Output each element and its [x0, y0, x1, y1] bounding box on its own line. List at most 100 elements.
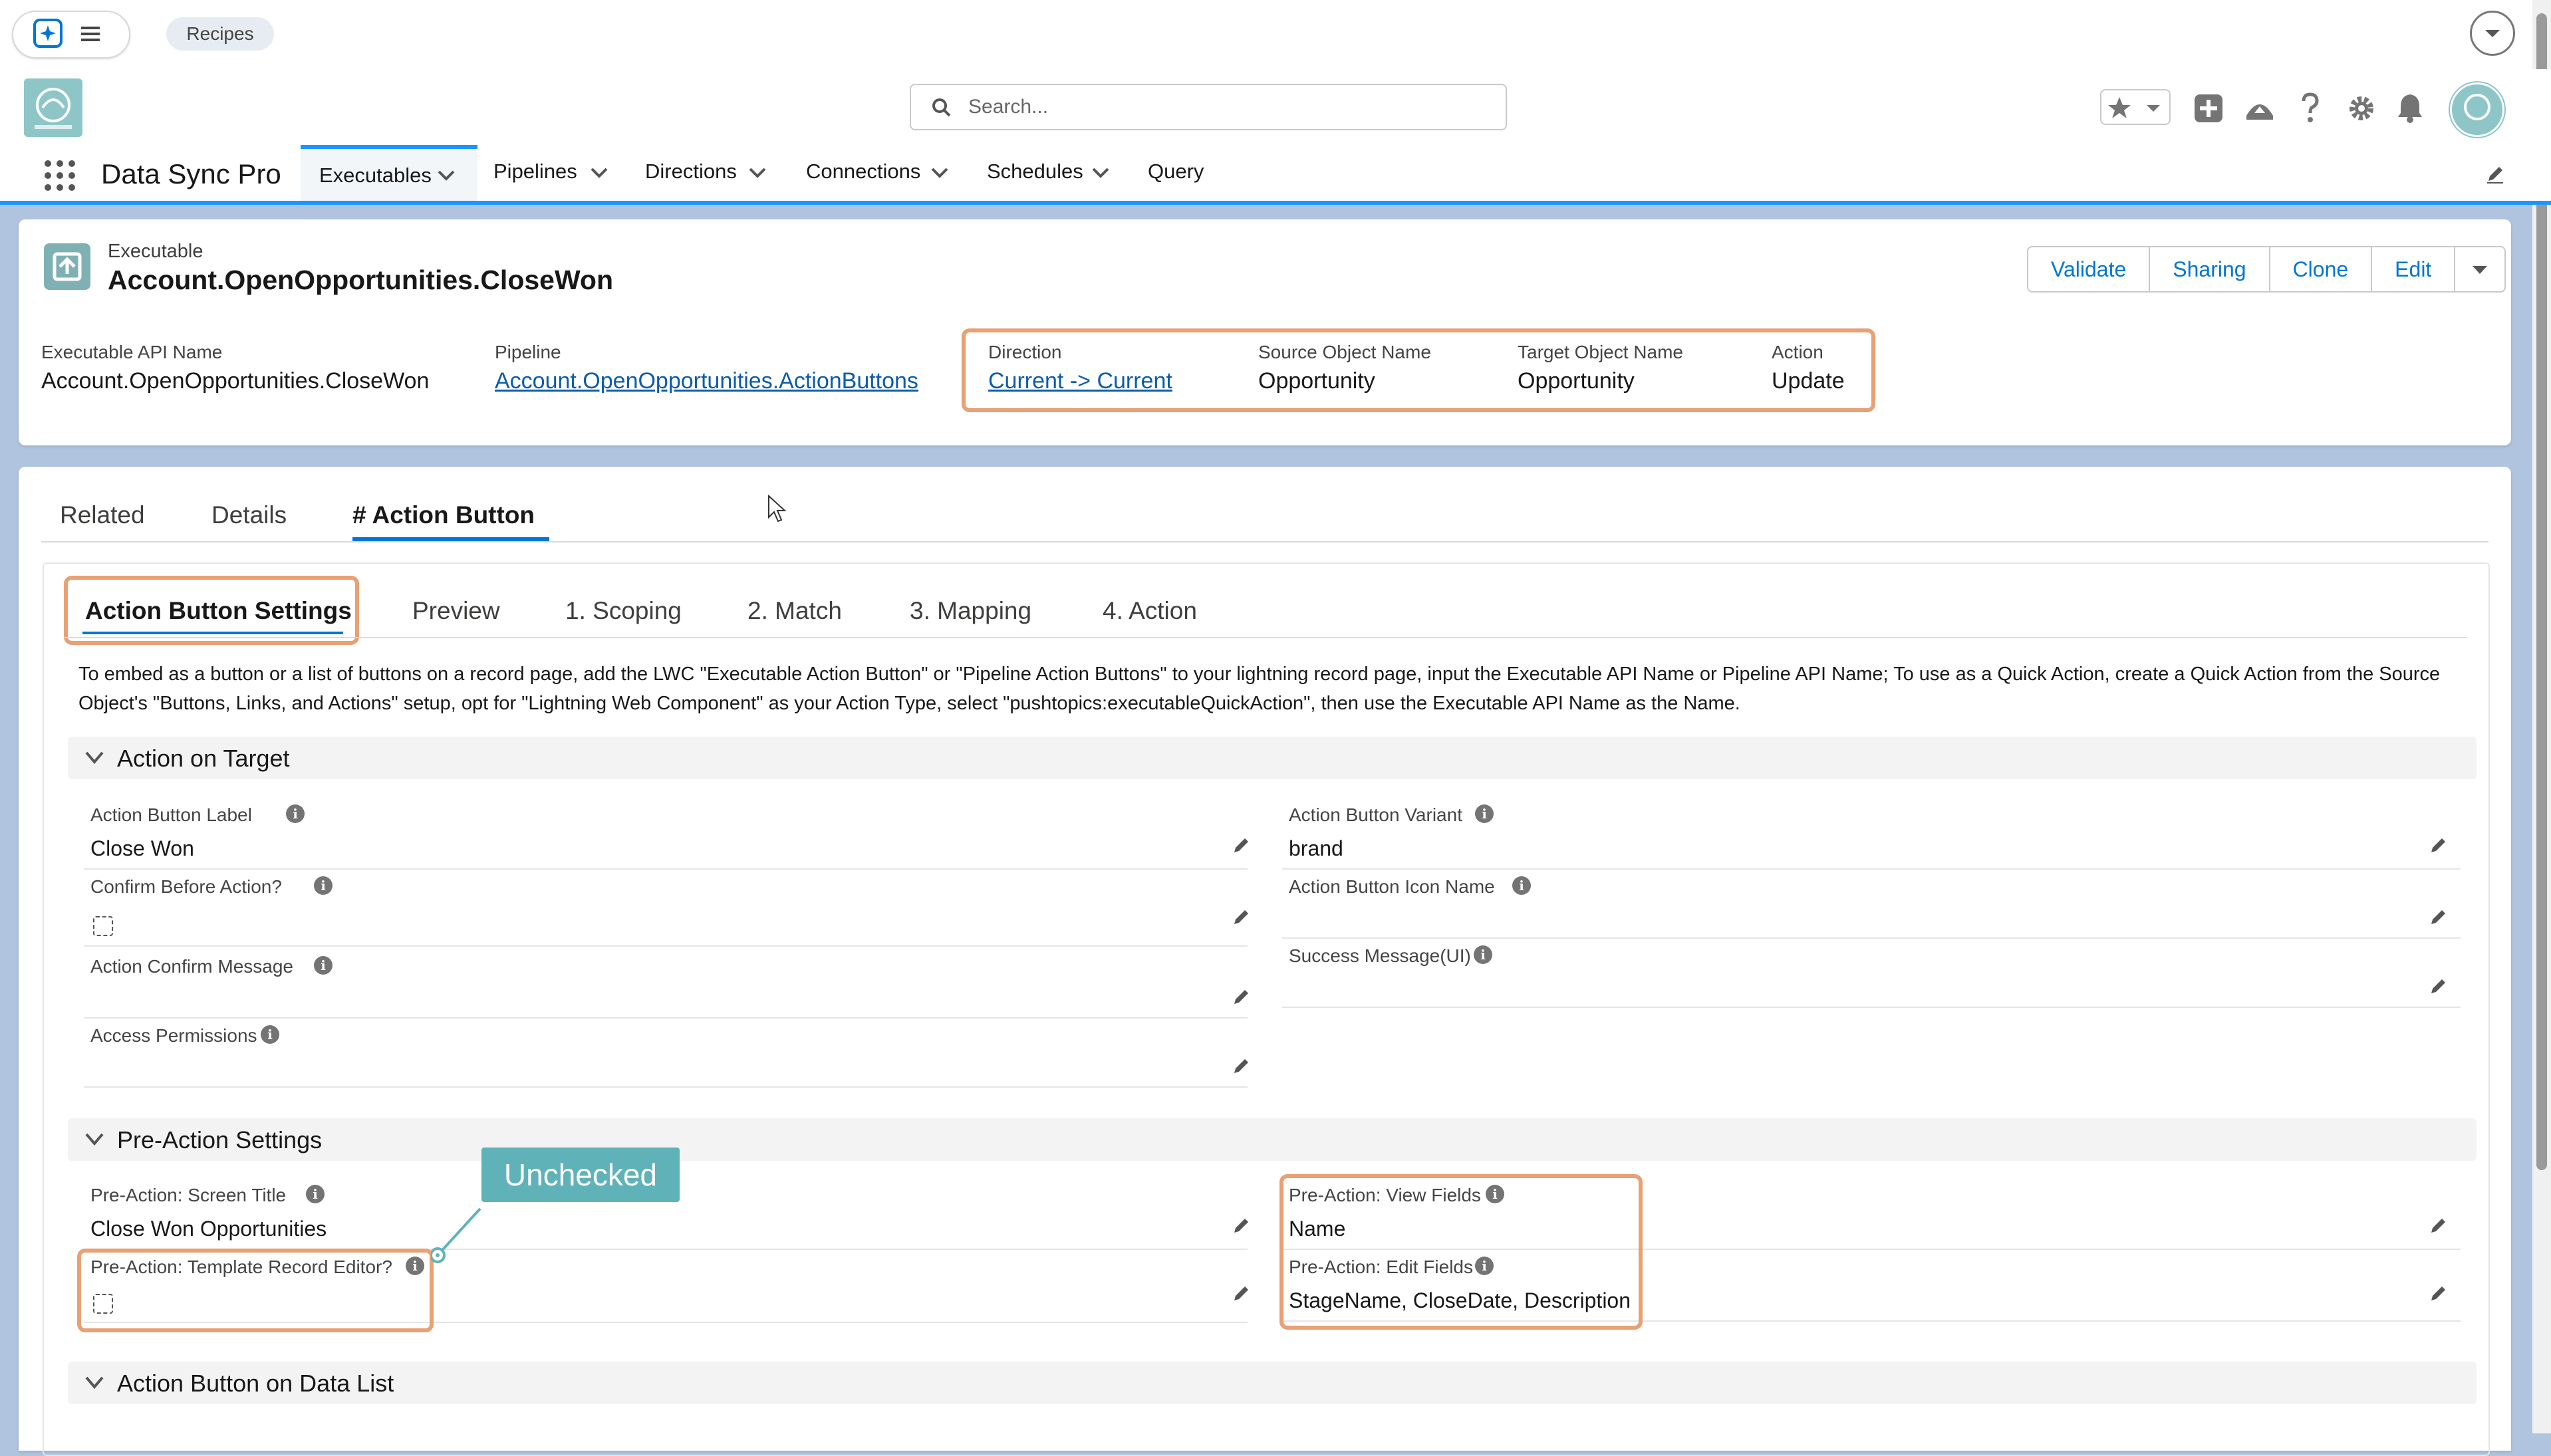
tab-executables[interactable]: Executables — [301, 145, 477, 201]
instructions-text: To embed as a button or a list of button… — [78, 660, 2486, 718]
info-icon[interactable]: i — [314, 876, 333, 895]
favorites-star-icon[interactable] — [2105, 94, 2133, 121]
field-label: Access Permissions — [90, 1025, 257, 1046]
pipeline-link[interactable]: Account.OpenOpportunities.ActionButtons — [495, 368, 918, 394]
chevron-down-icon[interactable] — [84, 749, 105, 767]
highlight-target-object: Target Object Name Opportunity — [1518, 342, 1683, 394]
section-header-action-on-target[interactable]: Action on Target — [68, 737, 2477, 779]
help-icon[interactable] — [2298, 92, 2322, 125]
pencil-icon[interactable] — [1232, 1215, 1252, 1235]
more-actions-button[interactable] — [2455, 247, 2504, 291]
field-success-message: Success Message(UI) i — [1282, 940, 2461, 1008]
field-value: Opportunity — [1518, 368, 1635, 394]
subtab-action[interactable]: 4. Action — [1103, 597, 1197, 625]
info-icon[interactable]: i — [314, 956, 333, 975]
notification-bell-icon[interactable] — [2395, 92, 2425, 124]
instructions-line-2: Object's "Buttons, Links, and Actions" s… — [78, 693, 1740, 714]
tab-label: Connections — [806, 160, 921, 183]
template-editor-highlight-box — [77, 1249, 434, 1332]
info-icon[interactable]: i — [306, 1185, 325, 1203]
pencil-icon[interactable] — [2429, 1283, 2449, 1303]
scrollbar[interactable] — [2532, 0, 2551, 1433]
info-icon[interactable]: i — [1475, 804, 1494, 823]
agentforce-icon[interactable] — [33, 19, 63, 48]
pencil-icon[interactable] — [1232, 1283, 1252, 1303]
tab-directions[interactable]: Directions — [645, 160, 778, 193]
favorites-button[interactable] — [2100, 89, 2171, 125]
field-value: brand — [1289, 836, 1343, 860]
validate-button[interactable]: Validate — [2028, 247, 2151, 291]
clone-button[interactable]: Clone — [2270, 247, 2373, 291]
record-action-buttons: Validate Sharing Clone Edit — [2027, 246, 2506, 293]
pencil-icon[interactable] — [2429, 1215, 2449, 1235]
tab-label: Pipelines — [493, 160, 577, 183]
highlight-source-object: Source Object Name Opportunity — [1258, 342, 1431, 394]
tab-query[interactable]: Query — [1148, 160, 1214, 193]
search-input[interactable]: Search... — [910, 84, 1507, 130]
tab-schedules[interactable]: Schedules — [987, 160, 1120, 193]
agent-menu-pill[interactable] — [12, 11, 130, 59]
subtab-preview[interactable]: Preview — [412, 597, 500, 625]
field-label: Action Button Icon Name — [1289, 876, 1495, 897]
field-label: Success Message(UI) — [1289, 945, 1471, 966]
app-name: Data Sync Pro — [101, 158, 281, 189]
info-icon[interactable]: i — [1474, 945, 1492, 964]
add-icon[interactable] — [2193, 93, 2224, 124]
info-icon[interactable]: i — [286, 804, 305, 823]
recipes-chip[interactable]: Recipes — [166, 17, 274, 51]
settings-gear-icon[interactable] — [2346, 93, 2377, 124]
field-label: Direction — [988, 342, 1062, 362]
record-header-card: Executable Account.OpenOpportunities.Clo… — [19, 219, 2511, 445]
pencil-icon[interactable] — [1232, 835, 1252, 855]
pencil-icon[interactable] — [2429, 976, 2449, 996]
pencil-icon[interactable] — [1232, 987, 1252, 1007]
confirm-before-action-checkbox[interactable] — [93, 916, 113, 936]
pencil-icon[interactable] — [2484, 164, 2506, 185]
chevron-down-icon[interactable] — [2141, 100, 2165, 117]
direction-link[interactable]: Current -> Current — [988, 368, 1172, 394]
pencil-icon[interactable] — [2429, 907, 2449, 927]
tab-pipelines[interactable]: Pipelines — [493, 160, 613, 193]
field-label: Pipeline — [495, 342, 561, 362]
field-label: Executable API Name — [41, 342, 223, 362]
tab-connections[interactable]: Connections — [806, 160, 959, 193]
chevron-down-icon[interactable] — [930, 165, 950, 181]
tab-action-button[interactable]: # Action Button — [352, 501, 535, 529]
trailhead-icon[interactable] — [2244, 93, 2276, 124]
field-label: Action Button Variant — [1289, 804, 1462, 825]
info-icon[interactable]: i — [1512, 876, 1531, 895]
section-header-pre-action-settings[interactable]: Pre-Action Settings — [68, 1118, 2477, 1161]
chevron-down-icon[interactable] — [436, 168, 456, 183]
sharing-button[interactable]: Sharing — [2150, 247, 2270, 291]
subtab-action-button-settings[interactable]: Action Button Settings — [85, 597, 352, 625]
pencil-icon[interactable] — [1232, 907, 1252, 927]
field-label: Action Confirm Message — [90, 956, 294, 977]
menu-icon[interactable] — [78, 24, 104, 44]
chevron-down-icon[interactable] — [84, 1130, 105, 1149]
field-label: Source Object Name — [1258, 342, 1431, 362]
info-icon[interactable]: i — [261, 1025, 279, 1044]
search-icon — [931, 97, 952, 118]
field-confirm-before-action: Confirm Before Action? i — [84, 871, 1248, 947]
edit-button[interactable]: Edit — [2372, 247, 2456, 291]
chevron-down-icon[interactable] — [2470, 11, 2515, 56]
subtab-scoping[interactable]: 1. Scoping — [565, 597, 682, 625]
chevron-down-icon[interactable] — [589, 165, 609, 181]
avatar[interactable] — [2450, 82, 2504, 137]
tab-details[interactable]: Details — [211, 501, 287, 529]
tab-related[interactable]: Related — [60, 501, 145, 529]
record-title: Account.OpenOpportunities.CloseWon — [108, 265, 614, 295]
chevron-down-icon[interactable] — [747, 165, 767, 181]
app-launcher-icon[interactable] — [43, 158, 77, 193]
chevron-down-icon[interactable] — [1091, 165, 1111, 181]
section-title: Action Button on Data List — [117, 1370, 394, 1397]
pencil-icon[interactable] — [2429, 835, 2449, 855]
section-header-action-button-on-data-list[interactable]: Action Button on Data List — [68, 1362, 2477, 1404]
subtab-match[interactable]: 2. Match — [747, 597, 842, 625]
record-object-type: Executable — [108, 241, 203, 262]
chevron-down-icon[interactable] — [84, 1374, 105, 1392]
pencil-icon[interactable] — [1232, 1056, 1252, 1076]
global-header: Search... — [0, 69, 2551, 149]
executable-icon — [44, 243, 90, 290]
subtab-mapping[interactable]: 3. Mapping — [910, 597, 1031, 625]
